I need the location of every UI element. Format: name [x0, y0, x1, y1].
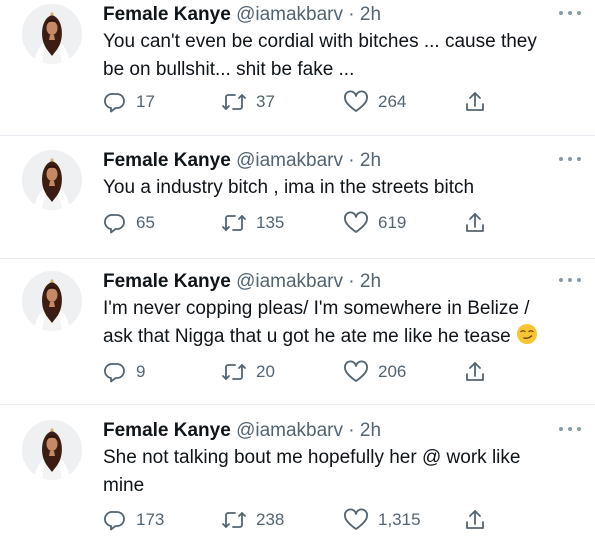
tweet-text: I'm never copping pleas/ I'm somewhere i…: [103, 295, 578, 351]
tweet-text: She not talking bout me hopefully her @ …: [103, 444, 578, 500]
tweet-actions: 173 238 1,315: [103, 505, 503, 535]
tweet[interactable]: Female Kanye @iamakbarv · 2h I'm never c…: [0, 259, 595, 404]
reply-count: 17: [136, 92, 155, 111]
tweet-text-line: You a industry bitch , ima in the street…: [103, 177, 475, 198]
separator: ·: [348, 420, 355, 441]
separator: ·: [348, 271, 355, 292]
retweet-icon: [222, 364, 246, 380]
timestamp[interactable]: 2h: [360, 271, 381, 292]
separator: ·: [348, 4, 355, 25]
tweet-text-line-with-emoji: ask that Nigga that u got he ate me like…: [103, 323, 578, 351]
tweet-text-line: ask that Nigga that u got he ate me like…: [103, 326, 511, 347]
avatar[interactable]: [22, 4, 82, 64]
retweet-count: 37: [256, 92, 275, 111]
avatar[interactable]: [22, 150, 82, 210]
timestamp[interactable]: 2h: [360, 420, 381, 441]
timeline: Female Kanye @iamakbarv · 2h You can't e…: [0, 0, 595, 543]
tweet-text-line: mine: [103, 475, 145, 496]
tweet-text: You a industry bitch , ima in the street…: [103, 174, 578, 202]
reply-count: 65: [136, 213, 155, 232]
more-options-icon[interactable]: [559, 154, 581, 164]
share-icon: [466, 213, 484, 232]
like-count: 206: [378, 362, 407, 381]
retweet-icon: [222, 512, 246, 528]
like-count: 1,315: [378, 510, 421, 529]
display-name[interactable]: Female Kanye: [103, 4, 231, 25]
reply-button[interactable]: 65: [103, 208, 155, 238]
reply-icon: [104, 214, 125, 234]
share-icon: [466, 510, 484, 529]
reply-count: 173: [136, 510, 165, 529]
reply-button[interactable]: 9: [103, 357, 145, 387]
retweet-icon: [222, 94, 246, 110]
retweet-icon: [222, 215, 246, 231]
reply-button[interactable]: 173: [103, 505, 164, 535]
smirking-face-emoji: [516, 324, 537, 344]
tweet-text-line: She not talking bout me hopefully her @ …: [103, 447, 521, 468]
like-count: 619: [378, 213, 407, 232]
username[interactable]: @iamakbarv: [236, 150, 343, 171]
separator: ·: [348, 150, 355, 171]
reply-button[interactable]: 17: [103, 87, 155, 117]
share-button[interactable]: [463, 208, 487, 238]
tweet-text-line: be on bullshit... shit be fake ...: [103, 59, 355, 80]
share-button[interactable]: [463, 505, 487, 535]
like-button[interactable]: 619: [343, 208, 406, 238]
retweet-button[interactable]: 238: [221, 505, 284, 535]
timestamp[interactable]: 2h: [360, 4, 381, 25]
share-button[interactable]: [463, 357, 487, 387]
like-button[interactable]: 206: [343, 357, 406, 387]
username[interactable]: @iamakbarv: [236, 420, 343, 441]
tweet-header: Female Kanye @iamakbarv · 2h: [103, 420, 381, 442]
tweet-text-line: I'm never copping pleas/ I'm somewhere i…: [103, 298, 530, 319]
like-button[interactable]: 1,315: [343, 505, 421, 535]
like-count: 264: [378, 92, 407, 111]
display-name[interactable]: Female Kanye: [103, 420, 231, 441]
tweet-actions: 17 37 264: [103, 87, 503, 117]
heart-icon: [344, 508, 368, 530]
like-button[interactable]: 264: [343, 87, 406, 117]
tweet[interactable]: Female Kanye @iamakbarv · 2h You a indus…: [0, 136, 595, 258]
tweet[interactable]: Female Kanye @iamakbarv · 2h You can't e…: [0, 0, 595, 135]
retweet-count: 135: [256, 213, 285, 232]
tweet-text: You can't even be cordial with bitches .…: [103, 28, 578, 84]
tweet-header: Female Kanye @iamakbarv · 2h: [103, 150, 381, 172]
heart-icon: [344, 90, 368, 112]
tweet-header: Female Kanye @iamakbarv · 2h: [103, 271, 381, 293]
tweet-actions: 9 20 206: [103, 357, 503, 387]
share-icon: [466, 92, 484, 111]
retweet-count: 20: [256, 362, 275, 381]
share-icon: [466, 362, 484, 381]
heart-icon: [344, 211, 368, 233]
more-options-icon[interactable]: [559, 275, 581, 285]
retweet-button[interactable]: 20: [221, 357, 275, 387]
reply-icon: [104, 363, 125, 383]
more-options-icon[interactable]: [559, 424, 581, 434]
avatar[interactable]: [22, 420, 82, 480]
retweet-button[interactable]: 37: [221, 87, 275, 117]
more-options-icon[interactable]: [559, 8, 581, 18]
tweet-text-line: You can't even be cordial with bitches .…: [103, 31, 537, 52]
display-name[interactable]: Female Kanye: [103, 271, 231, 292]
retweet-button[interactable]: 135: [221, 208, 284, 238]
reply-icon: [104, 511, 125, 531]
timestamp[interactable]: 2h: [360, 150, 381, 171]
username[interactable]: @iamakbarv: [236, 271, 343, 292]
tweet-header: Female Kanye @iamakbarv · 2h: [103, 4, 381, 26]
heart-icon: [344, 360, 368, 382]
tweet-actions: 65 135 619: [103, 208, 503, 238]
tweet[interactable]: Female Kanye @iamakbarv · 2h She not tal…: [0, 405, 595, 543]
reply-count: 9: [136, 362, 146, 381]
display-name[interactable]: Female Kanye: [103, 150, 231, 171]
avatar[interactable]: [22, 271, 82, 331]
reply-icon: [104, 93, 125, 113]
retweet-count: 238: [256, 510, 285, 529]
share-button[interactable]: [463, 87, 487, 117]
username[interactable]: @iamakbarv: [236, 4, 343, 25]
